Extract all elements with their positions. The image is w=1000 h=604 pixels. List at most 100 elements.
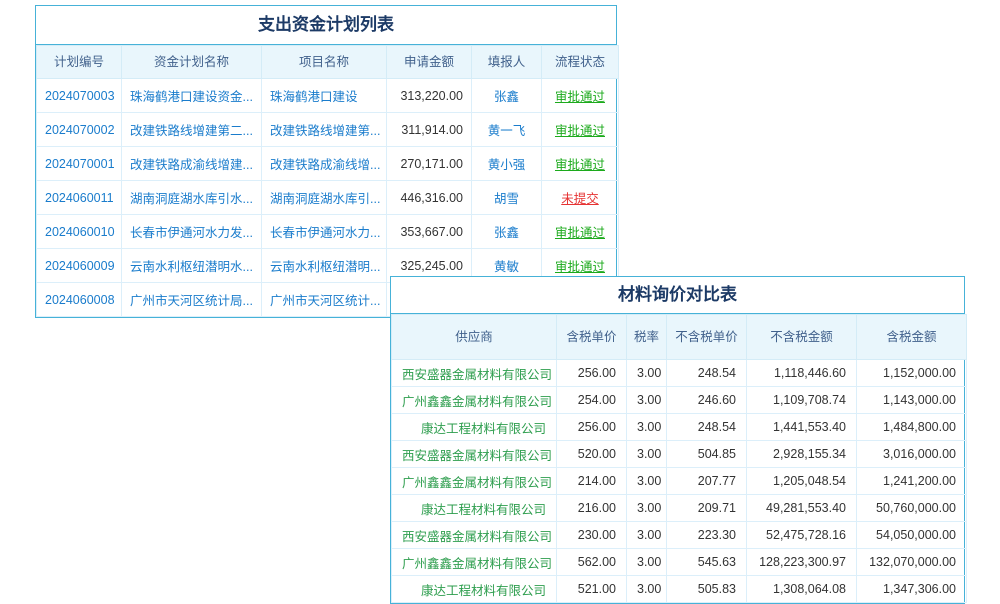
material-price-panel: 材料询价对比表 供应商 含税单价 税率 不含税单价 不含税金额 含税金额 西安盛… [390, 276, 965, 604]
material-price-table: 供应商 含税单价 税率 不含税单价 不含税金额 含税金额 西安盛器金属材料有限公… [391, 314, 967, 603]
ex-amount-cell: 1,205,048.54 [747, 468, 857, 495]
tax-rate-cell: 3.00 [627, 441, 667, 468]
ex-unit-price-cell: 504.85 [667, 441, 747, 468]
status-link[interactable]: 审批通过 [555, 90, 605, 104]
amount-cell: 313,220.00 [387, 79, 472, 113]
col-header-ex-amount: 不含税金额 [747, 315, 857, 360]
tax-rate-cell: 3.00 [627, 414, 667, 441]
col-header-tax-amount: 含税金额 [857, 315, 967, 360]
tax-unit-price-cell: 230.00 [557, 522, 627, 549]
tax-rate-cell: 3.00 [627, 468, 667, 495]
status-link[interactable]: 审批通过 [555, 260, 605, 274]
tax-amount-cell: 54,050,000.00 [857, 522, 967, 549]
ex-unit-price-cell: 209.71 [667, 495, 747, 522]
plan-id-link[interactable]: 2024060010 [45, 225, 115, 239]
status-link[interactable]: 未提交 [561, 192, 599, 206]
reporter-link[interactable]: 胡雪 [494, 192, 519, 206]
supplier-link[interactable]: 康达工程材料有限公司 [421, 584, 546, 598]
table-row: 西安盛器金属材料有限公司 256.00 3.00 248.54 1,118,44… [392, 360, 967, 387]
col-header-plan-name: 资金计划名称 [122, 46, 262, 79]
reporter-link[interactable]: 黄小强 [488, 158, 526, 172]
plan-name-link[interactable]: 广州市天河区统计局... [130, 294, 253, 308]
project-name-link[interactable]: 广州市天河区统计... [270, 294, 380, 308]
supplier-link[interactable]: 康达工程材料有限公司 [421, 422, 546, 436]
tax-rate-cell: 3.00 [627, 495, 667, 522]
tax-unit-price-cell: 521.00 [557, 576, 627, 603]
tax-amount-cell: 1,484,800.00 [857, 414, 967, 441]
plan-id-link[interactable]: 2024060009 [45, 259, 115, 273]
plan-name-link[interactable]: 珠海鹤港口建设资金... [130, 90, 253, 104]
tax-unit-price-cell: 254.00 [557, 387, 627, 414]
supplier-link[interactable]: 西安盛器金属材料有限公司 [402, 449, 552, 463]
plan-id-link[interactable]: 2024060011 [45, 191, 114, 205]
plan-name-link[interactable]: 云南水利枢纽潜明水... [130, 260, 253, 274]
plan-id-link[interactable]: 2024070001 [45, 157, 115, 171]
tax-rate-cell: 3.00 [627, 576, 667, 603]
tax-unit-price-cell: 256.00 [557, 414, 627, 441]
table-row: 2024070002 改建铁路线增建第二... 改建铁路线增建第... 311,… [37, 113, 619, 147]
col-header-amount: 申请金额 [387, 46, 472, 79]
status-link[interactable]: 审批通过 [555, 158, 605, 172]
col-header-tax-rate: 税率 [627, 315, 667, 360]
table-row: 2024070003 珠海鹤港口建设资金... 珠海鹤港口建设 313,220.… [37, 79, 619, 113]
tax-amount-cell: 3,016,000.00 [857, 441, 967, 468]
tax-unit-price-cell: 520.00 [557, 441, 627, 468]
tax-amount-cell: 1,152,000.00 [857, 360, 967, 387]
ex-amount-cell: 1,308,064.08 [747, 576, 857, 603]
col-header-tax-unit-price: 含税单价 [557, 315, 627, 360]
project-name-link[interactable]: 珠海鹤港口建设 [270, 90, 358, 104]
reporter-link[interactable]: 黄敏 [494, 260, 519, 274]
project-name-link[interactable]: 改建铁路线增建第... [270, 124, 380, 138]
status-link[interactable]: 审批通过 [555, 124, 605, 138]
plan-name-link[interactable]: 改建铁路成渝线增建... [130, 158, 253, 172]
supplier-link[interactable]: 西安盛器金属材料有限公司 [402, 368, 552, 382]
supplier-link[interactable]: 广州鑫鑫金属材料有限公司 [402, 395, 552, 409]
tax-unit-price-cell: 216.00 [557, 495, 627, 522]
col-header-plan-id: 计划编号 [37, 46, 122, 79]
ex-unit-price-cell: 246.60 [667, 387, 747, 414]
plan-header-row: 计划编号 资金计划名称 项目名称 申请金额 填报人 流程状态 [37, 46, 619, 79]
ex-unit-price-cell: 223.30 [667, 522, 747, 549]
tax-rate-cell: 3.00 [627, 522, 667, 549]
ex-unit-price-cell: 207.77 [667, 468, 747, 495]
material-price-title: 材料询价对比表 [391, 277, 964, 314]
table-row: 广州鑫鑫金属材料有限公司 562.00 3.00 545.63 128,223,… [392, 549, 967, 576]
supplier-link[interactable]: 康达工程材料有限公司 [421, 503, 546, 517]
tax-amount-cell: 1,347,306.00 [857, 576, 967, 603]
supplier-link[interactable]: 广州鑫鑫金属材料有限公司 [402, 476, 552, 490]
tax-rate-cell: 3.00 [627, 549, 667, 576]
amount-cell: 446,316.00 [387, 181, 472, 215]
reporter-link[interactable]: 黄一飞 [488, 124, 526, 138]
project-name-link[interactable]: 云南水利枢纽潜明... [270, 260, 380, 274]
tax-amount-cell: 50,760,000.00 [857, 495, 967, 522]
col-header-project-name: 项目名称 [262, 46, 387, 79]
tax-amount-cell: 132,070,000.00 [857, 549, 967, 576]
status-link[interactable]: 审批通过 [555, 226, 605, 240]
plan-id-link[interactable]: 2024060008 [45, 293, 115, 307]
ex-amount-cell: 1,118,446.60 [747, 360, 857, 387]
table-row: 西安盛器金属材料有限公司 520.00 3.00 504.85 2,928,15… [392, 441, 967, 468]
ex-amount-cell: 52,475,728.16 [747, 522, 857, 549]
plan-id-link[interactable]: 2024070003 [45, 89, 115, 103]
table-row: 西安盛器金属材料有限公司 230.00 3.00 223.30 52,475,7… [392, 522, 967, 549]
project-name-link[interactable]: 长春市伊通河水力... [270, 226, 380, 240]
reporter-link[interactable]: 张鑫 [494, 226, 519, 240]
plan-name-link[interactable]: 湖南洞庭湖水库引水... [130, 192, 253, 206]
plan-name-link[interactable]: 改建铁路线增建第二... [130, 124, 253, 138]
tax-amount-cell: 1,241,200.00 [857, 468, 967, 495]
table-row: 康达工程材料有限公司 256.00 3.00 248.54 1,441,553.… [392, 414, 967, 441]
plan-id-link[interactable]: 2024070002 [45, 123, 115, 137]
project-name-link[interactable]: 湖南洞庭湖水库引... [270, 192, 380, 206]
table-row: 2024070001 改建铁路成渝线增建... 改建铁路成渝线增... 270,… [37, 147, 619, 181]
col-header-ex-unit-price: 不含税单价 [667, 315, 747, 360]
ex-amount-cell: 128,223,300.97 [747, 549, 857, 576]
tax-amount-cell: 1,143,000.00 [857, 387, 967, 414]
col-header-reporter: 填报人 [472, 46, 542, 79]
supplier-link[interactable]: 广州鑫鑫金属材料有限公司 [402, 557, 552, 571]
amount-cell: 311,914.00 [387, 113, 472, 147]
reporter-link[interactable]: 张鑫 [494, 90, 519, 104]
project-name-link[interactable]: 改建铁路成渝线增... [270, 158, 380, 172]
tax-rate-cell: 3.00 [627, 360, 667, 387]
supplier-link[interactable]: 西安盛器金属材料有限公司 [402, 530, 552, 544]
plan-name-link[interactable]: 长春市伊通河水力发... [130, 226, 253, 240]
